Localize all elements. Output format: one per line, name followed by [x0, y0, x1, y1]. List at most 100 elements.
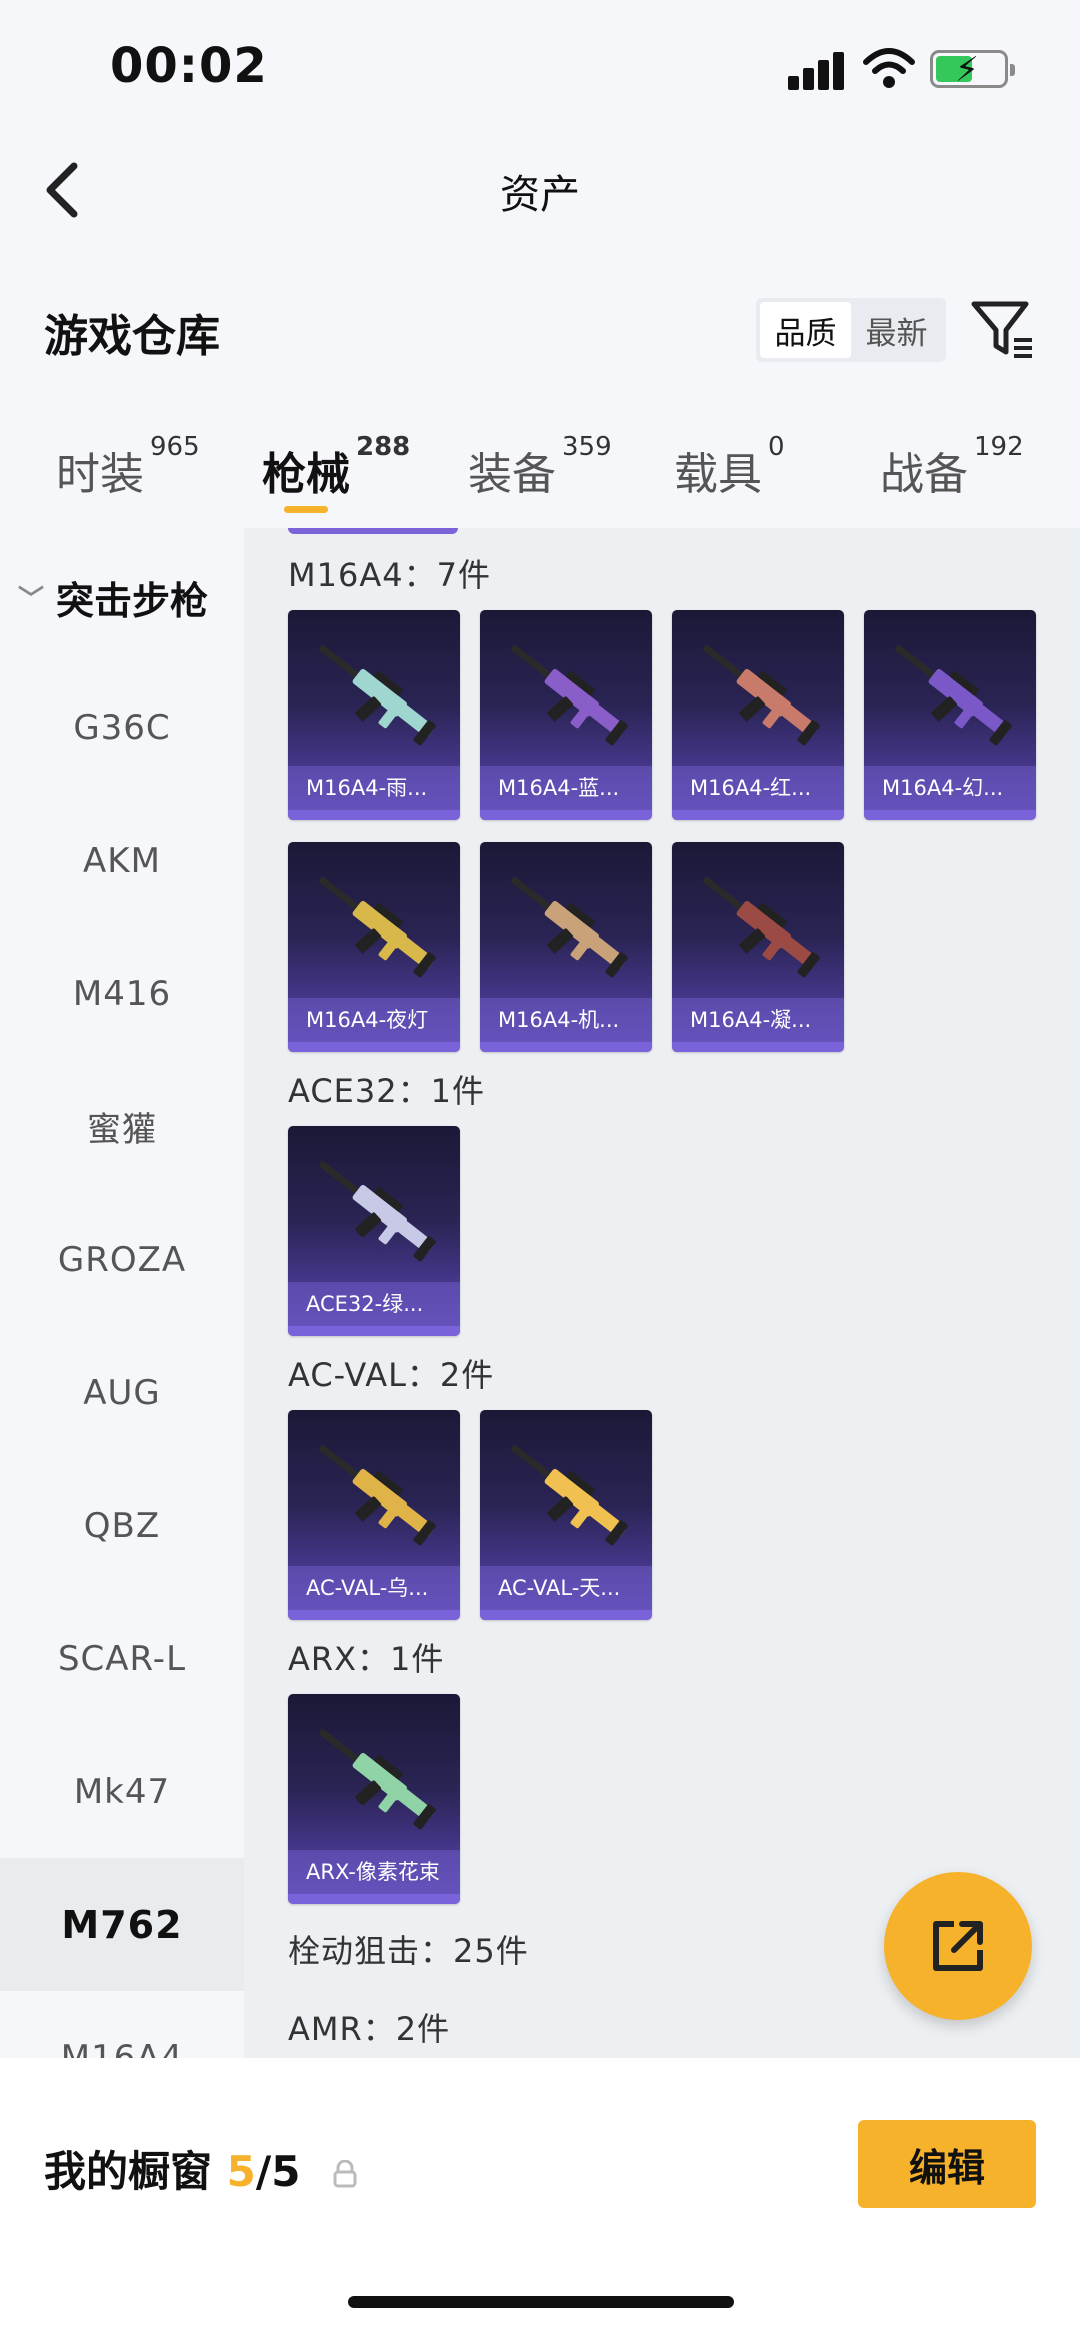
section-title: M16A4：7件	[288, 556, 491, 594]
battery-icon: ⚡	[930, 50, 1015, 89]
tab-count: 288	[356, 432, 411, 462]
skin-card-label: M16A4-幻...	[864, 766, 1036, 810]
skin-card-label: M16A4-凝...	[672, 998, 844, 1042]
section-title: ARX：1件	[288, 1640, 445, 1678]
share-icon	[933, 1921, 983, 1971]
skin-card-label: M16A4-雨...	[288, 766, 460, 810]
tab-label: 载具	[674, 449, 762, 500]
sidebar-item[interactable]: M762	[0, 1858, 244, 1991]
warehouse-title: 游戏仓库	[44, 311, 220, 362]
lock-icon	[333, 2160, 357, 2188]
section-title: AC-VAL：2件	[288, 1356, 495, 1394]
skin-card-label: M16A4-蓝...	[480, 766, 652, 810]
skin-card-label: ARX-像素花束	[288, 1850, 460, 1894]
rarity-bar	[672, 810, 844, 820]
tab-label: 时装	[56, 449, 144, 500]
tab-label: 战备	[880, 449, 968, 500]
sort-latest-button[interactable]: 最新	[851, 302, 942, 358]
sidebar-item[interactable]: QBZ	[0, 1459, 244, 1592]
sidebar-item[interactable]: G36C	[0, 661, 244, 794]
rarity-bar	[288, 1894, 460, 1904]
sidebar-category-label: 突击步枪	[56, 579, 209, 623]
home-indicator[interactable]	[348, 2296, 734, 2308]
rifle-icon	[319, 1728, 436, 1830]
sort-quality-button[interactable]: 品质	[760, 302, 851, 358]
sidebar-item[interactable]: AUG	[0, 1326, 244, 1459]
tab-indicator	[284, 506, 328, 513]
rifle-icon	[703, 644, 820, 746]
rifle-icon	[511, 644, 628, 746]
sort-toggle: 品质 最新	[756, 298, 946, 362]
skin-card[interactable]: M16A4-夜灯	[288, 842, 460, 1052]
section-title: ACE32：1件	[288, 1072, 485, 1110]
rarity-bar	[480, 1610, 652, 1620]
filter-icon[interactable]	[970, 298, 1036, 362]
sidebar-item[interactable]: M416	[0, 927, 244, 1060]
chevron-down-icon: ﹀	[18, 585, 45, 615]
weapon-grid-panel: M16A4：7件 M16A4-雨... M16A4-蓝... M16A4-红..…	[244, 528, 1080, 2058]
rifle-icon	[319, 876, 436, 978]
sidebar-item[interactable]: GROZA	[0, 1193, 244, 1326]
skin-card-label: AC-VAL-天...	[480, 1566, 652, 1610]
tab-guns[interactable]: 枪械288	[262, 432, 410, 502]
category-tabs: 时装965 枪械288 装备359 载具0 战备192	[0, 430, 1080, 520]
skin-card[interactable]: M16A4-凝...	[672, 842, 844, 1052]
skin-card[interactable]: M16A4-雨...	[288, 610, 460, 820]
tab-equipment[interactable]: 装备359	[468, 432, 612, 502]
status-bar: 00:02 ⚡	[0, 0, 1080, 140]
section-title: 栓动狙击：25件	[288, 1932, 529, 1970]
sidebar-item[interactable]: AKM	[0, 794, 244, 927]
showcase-label: 我的橱窗 5/5	[44, 2138, 300, 2199]
edit-button[interactable]: 编辑	[858, 2120, 1036, 2208]
signal-icon	[788, 50, 846, 90]
tab-count: 0	[768, 432, 785, 462]
weapon-sidebar: ﹀ 突击步枪 G36C AKM M416 蜜獾 GROZA AUG QBZ SCAR-L Mk4…	[0, 528, 244, 2058]
rarity-bar	[864, 810, 1036, 820]
share-button[interactable]	[884, 1872, 1032, 2020]
skin-card[interactable]: AC-VAL-天...	[480, 1410, 652, 1620]
skin-card[interactable]: AC-VAL-乌...	[288, 1410, 460, 1620]
rifle-icon	[319, 644, 436, 746]
sidebar-item[interactable]: Mk47	[0, 1725, 244, 1858]
rarity-bar	[288, 1042, 460, 1052]
tab-vehicles[interactable]: 载具0	[674, 432, 785, 502]
showcase-used: 5	[226, 2147, 256, 2196]
sidebar-item[interactable]: 蜜獾	[0, 1060, 244, 1193]
tab-gear[interactable]: 战备192	[880, 432, 1024, 502]
skin-card-label: AC-VAL-乌...	[288, 1566, 460, 1610]
sidebar-item[interactable]: SCAR-L	[0, 1592, 244, 1725]
tab-count: 965	[150, 432, 200, 462]
showcase-total: /5	[255, 2147, 301, 2196]
showcase-title: 我的橱窗	[44, 2147, 213, 2196]
skin-card[interactable]: M16A4-蓝...	[480, 610, 652, 820]
rifle-icon	[703, 876, 820, 978]
tab-label: 装备	[468, 449, 556, 500]
rarity-bar	[480, 1042, 652, 1052]
rifle-icon	[511, 876, 628, 978]
section-title: AMR：2件	[288, 2010, 451, 2048]
status-time: 00:02	[110, 38, 268, 94]
sidebar-item[interactable]: M16A4	[0, 1991, 244, 2059]
skin-card-label: ACE32-绿...	[288, 1282, 460, 1326]
skin-card-label: M16A4-红...	[672, 766, 844, 810]
skin-card-label: M16A4-机...	[480, 998, 652, 1042]
skin-card[interactable]: ARX-像素花束	[288, 1694, 460, 1904]
skin-card[interactable]: M16A4-幻...	[864, 610, 1036, 820]
skin-card[interactable]: M16A4-红...	[672, 610, 844, 820]
rarity-bar	[672, 1042, 844, 1052]
scroll-stub	[288, 528, 458, 534]
skin-card[interactable]: ACE32-绿...	[288, 1126, 460, 1336]
tab-count: 359	[562, 432, 612, 462]
tab-count: 192	[974, 432, 1024, 462]
rifle-icon	[895, 644, 1012, 746]
tab-label: 枪械	[262, 449, 350, 500]
rifle-icon	[319, 1160, 436, 1262]
rarity-bar	[288, 810, 460, 820]
tab-fashion[interactable]: 时装965	[56, 432, 200, 502]
sidebar-category[interactable]: ﹀ 突击步枪	[18, 570, 208, 625]
app-root: 00:02 ⚡ 资产 游戏仓库 品质 最新 时装965 枪械288 装备359 …	[0, 0, 1080, 2337]
skin-card[interactable]: M16A4-机...	[480, 842, 652, 1052]
rarity-bar	[288, 1326, 460, 1336]
page-title: 资产	[500, 172, 580, 218]
skin-card-label: M16A4-夜灯	[288, 998, 460, 1042]
